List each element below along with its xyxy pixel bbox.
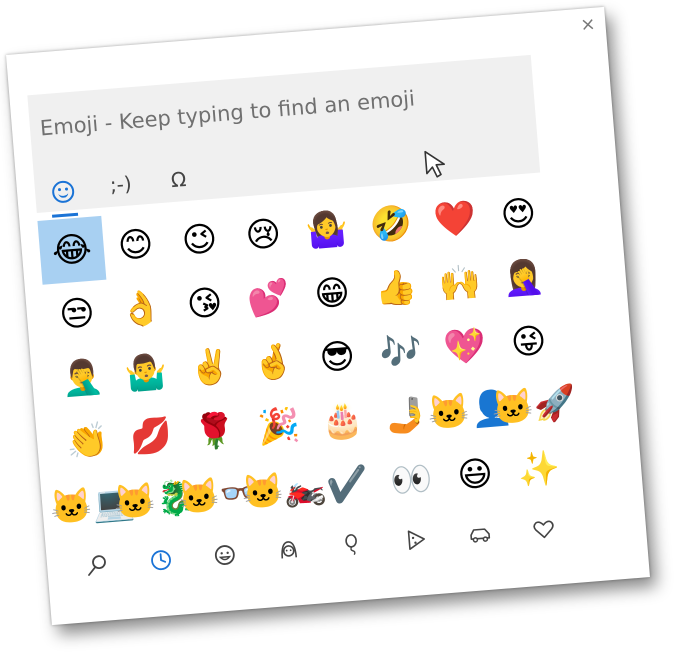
search-icon	[88, 555, 106, 576]
emoji-cell[interactable]: 🤷‍♀️	[293, 195, 362, 264]
tab-symbols-label: Ω	[169, 166, 188, 193]
heart-icon	[533, 520, 554, 539]
emoji-cell[interactable]: 🤷‍♂️	[112, 338, 181, 407]
car-icon	[470, 528, 491, 543]
category-recent[interactable]	[127, 534, 195, 587]
emoji-cell[interactable]: 🤦‍♀️	[489, 244, 558, 313]
tab-kaomoji-label: ;-)	[108, 171, 133, 198]
emoji-cell[interactable]: 👍	[362, 254, 431, 323]
tab-kaomoji[interactable]: ;-)	[106, 171, 137, 211]
category-smileys[interactable]	[191, 529, 259, 582]
emoji-cell[interactable]: 👌	[106, 275, 175, 344]
emoji-cell[interactable]: 💋	[117, 402, 186, 471]
emoji-cell[interactable]: 🎉	[244, 392, 313, 461]
emoji-cell[interactable]: 🙌	[425, 249, 494, 318]
emoji-cell[interactable]: 😁	[298, 259, 367, 328]
emoji-cell[interactable]: 🌹	[180, 397, 249, 466]
emoji-cell[interactable]: 🤦‍♂️	[48, 343, 117, 412]
smiley-outline-icon	[51, 179, 76, 204]
emoji-cell[interactable]: 😘	[170, 269, 239, 338]
clock-icon	[151, 550, 171, 571]
emoji-cell[interactable]: 😊	[101, 211, 170, 280]
emoji-cell[interactable]: 💖	[430, 313, 499, 382]
category-celebration[interactable]	[319, 518, 387, 571]
screenshot-stage: × ;-) Ω 😂😊😉😢🤷‍♀️🤣❤️😍😒👌😘💕😁👍🙌�	[0, 0, 677, 652]
emoji-grid: 😂 😊 😉 😢 🤷‍♀️ 🤣 ❤️ 😍 😒 👌 😘 💕 😁 👍 🙌 🤦‍♀️ 🤦‍♂️ 🤷‍♂️ ✌️ 🤞 😎 🎶 💖 😜 👏 💋…	[37, 180, 578, 540]
balloon-icon	[345, 534, 357, 556]
emoji-cell[interactable]: 😂	[37, 215, 107, 285]
emoji-cell[interactable]: 😃	[441, 440, 510, 509]
category-symbols[interactable]	[510, 503, 578, 556]
category-people[interactable]	[255, 523, 323, 576]
emoji-cell[interactable]: ✌️	[175, 333, 244, 402]
emoji-cell[interactable]: 👏	[53, 407, 122, 476]
emoji-cell[interactable]: ✔️	[313, 451, 382, 520]
emoji-cell[interactable]: 🐱‍🏍	[240, 456, 328, 525]
emoji-search-input[interactable]	[38, 74, 520, 145]
mouse-pointer-icon	[424, 150, 445, 178]
emoji-cell[interactable]: 😜	[494, 308, 563, 377]
emoji-cell[interactable]: 🤞	[239, 328, 308, 397]
emoji-cell[interactable]: 🐱‍🚀	[490, 371, 578, 440]
smiley-icon	[214, 545, 235, 565]
pizza-icon	[407, 530, 425, 550]
emoji-panel: × ;-) Ω 😂😊😉😢🤷‍♀️🤣❤️😍😒👌😘💕😁👍🙌�	[6, 6, 650, 626]
emoji-cell[interactable]: 🎂	[308, 387, 377, 456]
close-icon[interactable]: ×	[580, 14, 597, 36]
emoji-cell[interactable]: ❤️	[420, 185, 489, 254]
emoji-cell[interactable]: 😎	[303, 323, 372, 392]
panel-tabs: ;-) Ω	[48, 166, 195, 218]
emoji-cell[interactable]: 😍	[484, 180, 553, 249]
person-icon	[281, 541, 298, 559]
tab-emoji[interactable]	[48, 176, 79, 218]
category-travel[interactable]	[446, 508, 514, 561]
emoji-cell[interactable]: 😢	[229, 200, 298, 269]
tab-symbols[interactable]: Ω	[164, 166, 195, 206]
emoji-cell[interactable]: 👀	[377, 445, 446, 514]
emoji-cell[interactable]: 🤣	[356, 190, 425, 259]
category-search[interactable]	[63, 539, 131, 592]
emoji-cell[interactable]: 😒	[43, 280, 112, 349]
emoji-cell[interactable]: 💕	[234, 264, 303, 333]
emoji-cell[interactable]: ✨	[505, 435, 574, 504]
category-food[interactable]	[382, 513, 450, 566]
emoji-cell[interactable]: 🎶	[367, 318, 436, 387]
emoji-cell[interactable]: 😉	[165, 206, 234, 275]
